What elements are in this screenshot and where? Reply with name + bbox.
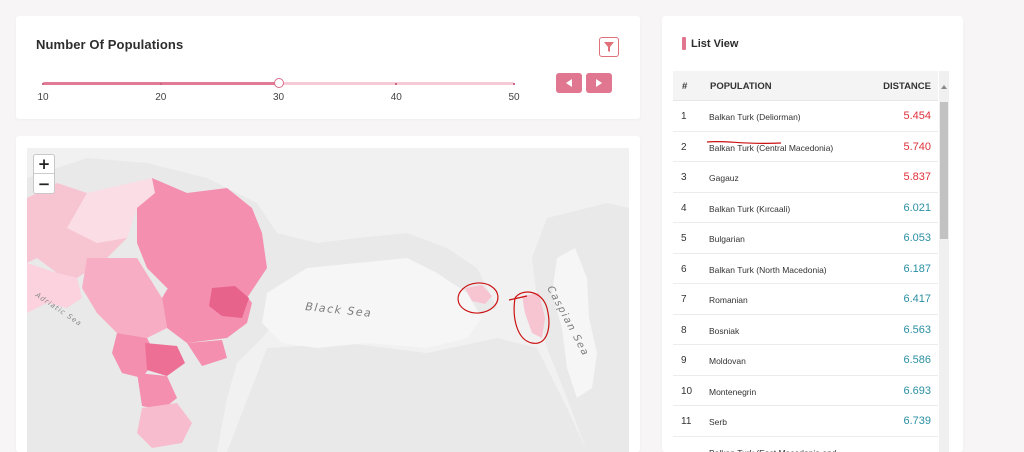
row-distance: 6.053	[903, 232, 931, 244]
list-title: List View	[682, 37, 738, 50]
row-index: 1	[681, 111, 687, 122]
row-distance: 6.417	[903, 293, 931, 305]
slider-tick-label: 30	[272, 92, 285, 103]
arrow-left-icon	[566, 79, 572, 87]
row-population: Serb	[709, 417, 727, 427]
prev-button[interactable]	[556, 73, 582, 93]
row-index: 3	[681, 172, 687, 183]
table-row[interactable]: 4 Balkan Turk (Kırcaali) 6.021	[673, 193, 938, 223]
table-row[interactable]: 10 Montenegrin 6.693	[673, 376, 938, 406]
table-row[interactable]: 5 Bulgarian 6.053	[673, 223, 938, 254]
population-count-card: Number Of Populations 10 20 30 40 50	[16, 16, 640, 119]
row-distance: 5.837	[903, 171, 931, 183]
slider-tick-mark	[42, 83, 44, 85]
row-index: 9	[681, 355, 687, 366]
row-distance: 6.021	[903, 201, 931, 214]
row-population: Gagauz	[709, 173, 739, 183]
row-population: Balkan Turk (North Macedonia)	[709, 264, 827, 275]
zoom-out-button[interactable]: −	[34, 174, 54, 193]
zoom-control: + −	[33, 154, 55, 194]
slider-tick-label: 40	[390, 92, 402, 103]
row-distance: 6.563	[903, 323, 931, 336]
row-population: Balkan Turk (Deliorman)	[709, 112, 801, 122]
row-distance: 6.187	[903, 262, 931, 275]
card-title: Number Of Populations	[36, 37, 184, 52]
slider-thumb[interactable]	[273, 78, 284, 88]
annotation-underline	[706, 140, 782, 145]
slider-tick-label: 10	[37, 92, 49, 103]
table-scrollbar[interactable]	[939, 89, 949, 452]
map-canvas: Black Sea Caspian Sea Adriatic Sea	[27, 148, 629, 452]
header-index: #	[682, 81, 688, 92]
table-row[interactable]: 7 Romanian 6.417	[673, 284, 938, 315]
arrow-right-icon	[596, 79, 602, 87]
row-population: Montenegrin	[709, 386, 757, 397]
row-distance: 6.739	[903, 415, 931, 427]
row-index: 2	[681, 141, 687, 153]
row-population: Romanian	[709, 295, 748, 305]
row-population: Balkan Turk (Kırcaali)	[709, 203, 791, 214]
slider-tick-mark	[513, 83, 515, 85]
table-header: # POPULATION DISTANCE	[673, 71, 938, 101]
slider-tick-mark	[395, 83, 398, 85]
row-index: 11	[681, 416, 692, 427]
header-distance[interactable]: DISTANCE	[883, 81, 931, 92]
row-population: Bulgarian	[709, 234, 745, 244]
list-view-card: List View # POPULATION DISTANCE 1 Balkan …	[662, 16, 963, 452]
title-accent-bar	[682, 37, 686, 50]
row-index: 7	[681, 294, 687, 305]
table-row[interactable]: 6 Balkan Turk (North Macedonia) 6.187	[673, 254, 938, 284]
filter-icon	[604, 42, 614, 52]
row-index: 6	[681, 263, 687, 275]
map-card: Black Sea Caspian Sea Adriatic Sea + −	[16, 136, 640, 452]
filter-button[interactable]	[599, 37, 619, 57]
slider-tick-label: 50	[508, 92, 520, 103]
slider-tick-mark	[159, 83, 162, 85]
row-index: 4	[681, 202, 687, 214]
table-row[interactable]: 11 Serb 6.739	[673, 406, 938, 437]
row-index: 10	[681, 385, 693, 397]
header-population[interactable]: POPULATION	[710, 81, 772, 92]
map-view[interactable]: Black Sea Caspian Sea Adriatic Sea + −	[27, 148, 629, 452]
zoom-in-button[interactable]: +	[34, 155, 54, 174]
next-button[interactable]	[586, 73, 612, 93]
table-row[interactable]: 8 Bosniak 6.563	[673, 315, 938, 345]
row-index: 8	[681, 324, 687, 336]
slider-tick-label: 20	[155, 92, 167, 103]
row-population: Balkan Turk (East Macedonia and	[709, 448, 837, 452]
row-distance: 6.586	[903, 354, 931, 366]
row-distance: 5.454	[903, 110, 931, 122]
table-row[interactable]: 3 Gagauz 5.837	[673, 162, 938, 193]
row-distance: 6.693	[903, 384, 931, 397]
land-south	[227, 338, 587, 452]
row-population: Moldovan	[709, 356, 746, 366]
scroll-up-button[interactable]	[939, 71, 949, 89]
table-row[interactable]: 9 Moldovan 6.586	[673, 345, 938, 376]
scrollbar-thumb[interactable]	[940, 102, 948, 239]
population-slider[interactable]	[42, 78, 515, 88]
table-row[interactable]: 1 Balkan Turk (Deliorman) 5.454	[673, 101, 938, 132]
row-index: 5	[681, 233, 687, 244]
population-table: # POPULATION DISTANCE 1 Balkan Turk (Deli…	[673, 71, 949, 452]
table-row[interactable]: Balkan Turk (East Macedonia and	[673, 437, 938, 452]
list-title-text: List View	[691, 37, 739, 50]
row-population: Bosniak	[709, 325, 740, 336]
row-distance: 5.740	[903, 140, 931, 153]
